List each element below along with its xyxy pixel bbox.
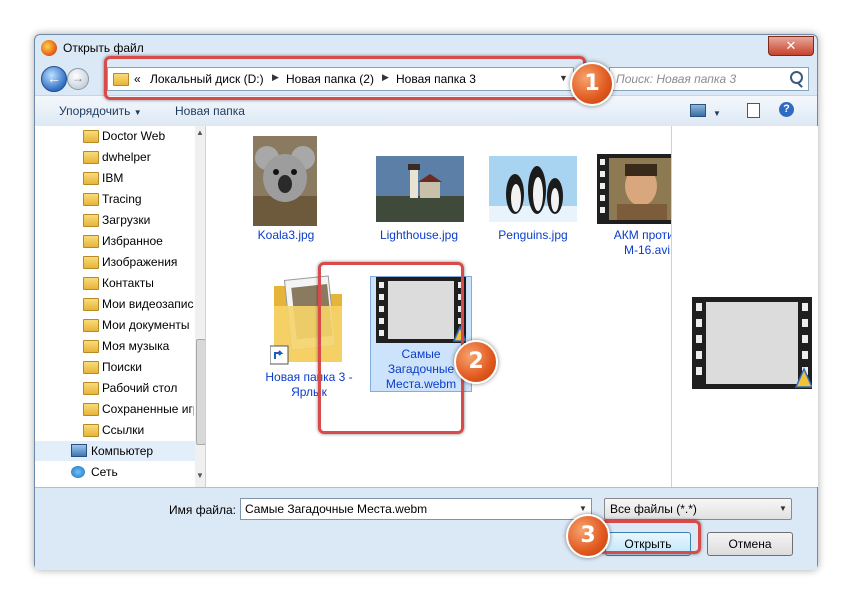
- sidebar-item-label: Загрузки: [102, 213, 151, 227]
- sidebar-item-label: Doctor Web: [102, 129, 166, 143]
- sidebar-item-tracing[interactable]: Tracing: [35, 189, 195, 209]
- chevron-down-icon[interactable]: ▼: [713, 109, 721, 118]
- links-icon: [83, 424, 99, 437]
- forward-button[interactable]: →: [67, 68, 89, 90]
- computer-icon: [71, 444, 87, 457]
- videos-icon: [83, 298, 99, 311]
- sidebar-item-desktop[interactable]: Рабочий стол: [35, 378, 195, 398]
- preview-pane-icon[interactable]: [747, 103, 760, 118]
- file-name: Penguins.jpg: [498, 228, 568, 242]
- close-icon: ✕: [785, 38, 797, 53]
- sidebar-item-label: Избранное: [102, 234, 163, 248]
- preview-pane: [671, 126, 818, 487]
- sidebar-item-pictures[interactable]: Изображения: [35, 252, 195, 272]
- sidebar-item-doctor-web[interactable]: Doctor Web: [35, 126, 195, 146]
- file-name: Koala3.jpg: [257, 228, 315, 242]
- sidebar-item-downloads[interactable]: Загрузки: [35, 210, 195, 230]
- filename-value[interactable]: Самые Загадочные Места.webm: [245, 502, 427, 516]
- sidebar-item-network[interactable]: Сеть: [35, 462, 195, 482]
- sidebar-item-label: Изображения: [102, 255, 178, 269]
- firefox-icon: [41, 40, 57, 56]
- highlight-box-address: [104, 56, 586, 100]
- close-button[interactable]: ✕: [768, 36, 814, 56]
- new-folder-button[interactable]: Новая папка: [175, 104, 245, 118]
- favorites-icon: [83, 235, 99, 248]
- filter-value: Все файлы (*.*): [610, 502, 697, 516]
- highlight-box-file: [318, 262, 464, 434]
- back-button[interactable]: ←: [41, 66, 67, 92]
- desktop-icon: [83, 382, 99, 395]
- sidebar-item-label: Мои документы: [102, 318, 190, 332]
- navigation-pane: Doctor Web dwhelper IBM Tracing Загрузки…: [35, 126, 206, 487]
- help-icon[interactable]: ?: [779, 102, 794, 117]
- view-options-icon[interactable]: [690, 104, 706, 117]
- sidebar-item-saved-games[interactable]: Сохраненные игры: [35, 399, 195, 419]
- documents-icon: [83, 319, 99, 332]
- sidebar-item-label: Ссылки: [102, 423, 145, 437]
- sidebar-item-label: Сеть: [91, 465, 118, 479]
- step-badge-3: 3: [566, 514, 610, 558]
- chevron-down-icon: ▼: [133, 108, 142, 117]
- step-badge-2: 2: [454, 340, 498, 384]
- search-box[interactable]: Поиск: Новая папка 3: [609, 67, 809, 91]
- sidebar-item-label: dwhelper: [102, 150, 151, 164]
- cancel-button[interactable]: Отмена: [707, 532, 793, 556]
- sidebar-item-label: Tracing: [102, 192, 142, 206]
- chevron-down-icon[interactable]: ▼: [196, 471, 204, 480]
- step-badge-1: 1: [570, 62, 614, 106]
- file-item[interactable]: Penguins.jpg: [483, 136, 583, 244]
- sidebar-item-label: Контакты: [102, 276, 154, 290]
- sidebar-item-documents[interactable]: Мои документы: [35, 315, 195, 335]
- organize-label: Упорядочить: [59, 104, 131, 118]
- sidebar-item-label: Мои видеозаписи: [102, 297, 194, 311]
- folder-icon: [83, 151, 99, 164]
- search-icon[interactable]: [790, 71, 803, 84]
- penguins-thumbnail: [489, 156, 577, 222]
- network-icon: [71, 466, 85, 478]
- sidebar-item-label: Сохраненные игры: [102, 402, 194, 416]
- organize-button[interactable]: Упорядочить ▼: [59, 104, 142, 118]
- folder-icon: [83, 172, 99, 185]
- sidebar-item-computer[interactable]: Компьютер: [35, 441, 195, 461]
- filename-field[interactable]: Самые Загадочные Места.webm ▼: [240, 498, 592, 520]
- folder-icon: [83, 193, 99, 206]
- scrollbar-thumb[interactable]: [196, 339, 205, 445]
- filename-label: Имя файла:: [169, 503, 236, 517]
- window-title: Открыть файл: [63, 41, 144, 55]
- contacts-icon: [83, 277, 99, 290]
- sidebar-item-links[interactable]: Ссылки: [35, 420, 195, 440]
- pictures-icon: [83, 256, 99, 269]
- sidebar-item-ibm[interactable]: IBM: [35, 168, 195, 188]
- music-icon: [83, 340, 99, 353]
- lighthouse-thumbnail: [376, 156, 464, 222]
- sidebar-item-label: Компьютер: [91, 444, 154, 458]
- chevron-down-icon[interactable]: ▼: [779, 504, 787, 513]
- sidebar-item-dwhelper[interactable]: dwhelper: [35, 147, 195, 167]
- search-input[interactable]: Поиск: Новая папка 3: [616, 72, 736, 86]
- chevron-down-icon[interactable]: ▼: [579, 504, 587, 513]
- file-item[interactable]: Koala3.jpg: [236, 136, 336, 244]
- sidebar-item-label: Рабочий стол: [102, 381, 178, 395]
- sidebar-item-favorites[interactable]: Избранное: [35, 231, 195, 251]
- video-preview: [692, 297, 812, 389]
- sidebar-item-label: Поиски: [102, 360, 142, 374]
- sidebar-item-music[interactable]: Моя музыка: [35, 336, 195, 356]
- folder-icon: [83, 130, 99, 143]
- highlight-box-open: [599, 520, 701, 554]
- chevron-up-icon[interactable]: ▲: [196, 128, 204, 137]
- sidebar-item-contacts[interactable]: Контакты: [35, 273, 195, 293]
- arrow-right-icon: →: [72, 71, 84, 85]
- saved-games-icon: [83, 403, 99, 416]
- file-type-filter[interactable]: Все файлы (*.*) ▼: [604, 498, 792, 520]
- sidebar-item-label: Моя музыка: [102, 339, 170, 353]
- file-item[interactable]: Lighthouse.jpg: [369, 136, 469, 244]
- sidebar-item-videos[interactable]: Мои видеозаписи: [35, 294, 195, 314]
- file-name: Lighthouse.jpg: [379, 228, 459, 242]
- koala-thumbnail: [253, 136, 317, 226]
- sidebar-item-label: IBM: [102, 171, 124, 185]
- downloads-icon: [83, 214, 99, 227]
- sidebar-item-searches[interactable]: Поиски: [35, 357, 195, 377]
- arrow-left-icon: ←: [47, 70, 61, 86]
- searches-icon: [83, 361, 99, 374]
